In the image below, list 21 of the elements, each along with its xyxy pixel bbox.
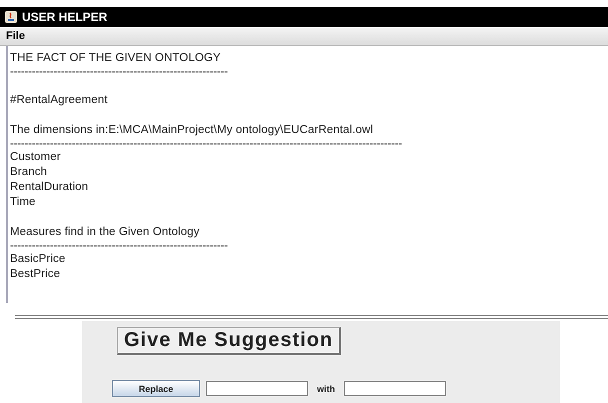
input-field[interactable] [344, 381, 446, 396]
input-field[interactable] [206, 381, 308, 396]
text-line: BasicPrice [10, 252, 66, 267]
dashed-line: ------------------------------------------------------------ [10, 66, 229, 78]
window-title: USER HELPER [22, 10, 108, 24]
text-line: Customer [10, 150, 62, 165]
text-line: Branch [10, 165, 48, 180]
menu-item[interactable]: File [6, 30, 25, 42]
text-line: Time [10, 195, 37, 210]
replace-button[interactable]: Replace [112, 380, 200, 397]
text-line: BestPrice [10, 267, 62, 282]
text-line: The dimensions in:E:\MCA\MainProject\My ontology\EUCarRental.owl [10, 123, 374, 138]
text-line: Measures find in the Given Ontology [10, 225, 201, 240]
dashed-line: ------------------------------------------------------------ [10, 240, 229, 252]
app-icon [4, 10, 18, 24]
with-label: with [317, 384, 335, 394]
suggestion-button[interactable]: Give Me Suggestion [117, 327, 342, 355]
text-line: THE FACT OF THE GIVEN ONTOLOGY [10, 51, 222, 66]
text-line: #RentalAgreement [10, 93, 108, 108]
text-line: RentalDuration [10, 180, 90, 195]
dashed-line: ------------------------------------------------------------------------------------------------------------ [10, 138, 403, 150]
